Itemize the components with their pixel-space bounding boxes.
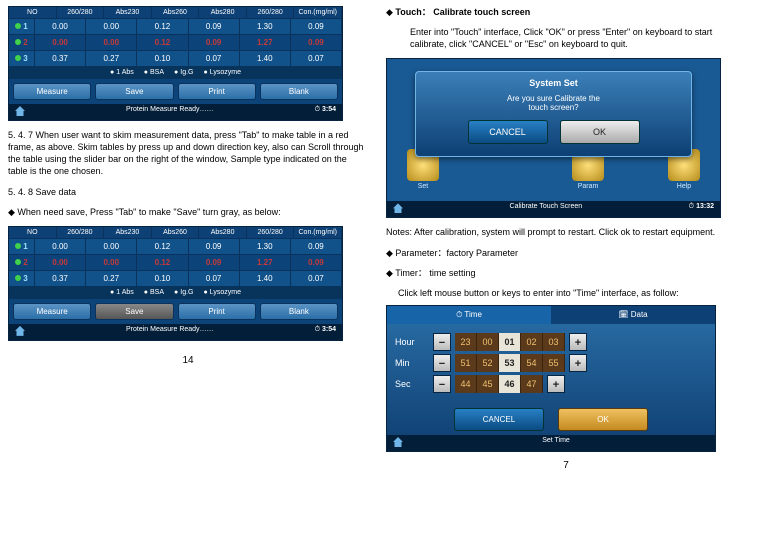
blank-button[interactable]: Blank xyxy=(260,303,338,320)
para-timer: Timer： time setting xyxy=(386,267,746,279)
para-parameter: Parameter：factory Parameter xyxy=(386,247,746,259)
home-icon xyxy=(393,203,403,213)
device-time-panel: ⏱ Time 🗓 Data Hour−2300010203+Min−515253… xyxy=(386,305,716,452)
print-button[interactable]: Print xyxy=(178,83,256,100)
para-timer-detail: Click left mouse button or keys to enter… xyxy=(386,287,746,299)
minus-button[interactable]: − xyxy=(433,333,451,351)
minus-button[interactable]: − xyxy=(433,354,451,372)
plus-button[interactable]: + xyxy=(569,354,587,372)
para-548: When need save, Press "Tab" to make "Sav… xyxy=(8,206,368,218)
page-number-left: 14 xyxy=(8,355,368,366)
ok-button[interactable]: OK xyxy=(560,120,640,144)
home-icon xyxy=(15,106,25,116)
tab-time[interactable]: ⏱ Time xyxy=(387,306,551,324)
print-button[interactable]: Print xyxy=(178,303,256,320)
measure-button[interactable]: Measure xyxy=(13,83,91,100)
device-screenshot-top: NO260/280Abs230Abs260Abs280260/280Con.(m… xyxy=(8,6,343,121)
para-notes: Notes: After calibration, system will pr… xyxy=(386,226,746,238)
minus-button[interactable]: − xyxy=(433,375,451,393)
measure-button[interactable]: Measure xyxy=(13,303,91,320)
device-screenshot-bottom: NO260/280Abs230Abs260Abs280260/280Con.(m… xyxy=(8,226,343,341)
heading-touch: Touch： Calibrate touch screen xyxy=(386,6,746,18)
para-touch: Enter into "Touch" interface, Click "OK"… xyxy=(386,26,746,50)
device-system-set: Set Param Help System Set Are you sure C… xyxy=(386,58,721,218)
home-icon xyxy=(15,326,25,336)
para-547: 5. 4. 7 When user want to skim measureme… xyxy=(8,129,368,178)
page-number-right: 7 xyxy=(386,460,746,471)
time-ok-button[interactable]: OK xyxy=(558,408,648,431)
home-icon xyxy=(393,437,403,447)
plus-button[interactable]: + xyxy=(547,375,565,393)
dialog-title: System Set xyxy=(420,76,687,90)
time-cancel-button[interactable]: CANCEL xyxy=(454,408,544,431)
plus-button[interactable]: + xyxy=(569,333,587,351)
confirm-dialog: System Set Are you sure Calibrate thetou… xyxy=(415,71,692,157)
heading-548: 5. 4. 8 Save data xyxy=(8,186,368,198)
blank-button[interactable]: Blank xyxy=(260,83,338,100)
save-button[interactable]: Save xyxy=(95,83,173,100)
save-button-selected[interactable]: Save xyxy=(95,303,173,320)
tab-data[interactable]: 🗓 Data xyxy=(551,306,715,324)
cancel-button[interactable]: CANCEL xyxy=(468,120,548,144)
